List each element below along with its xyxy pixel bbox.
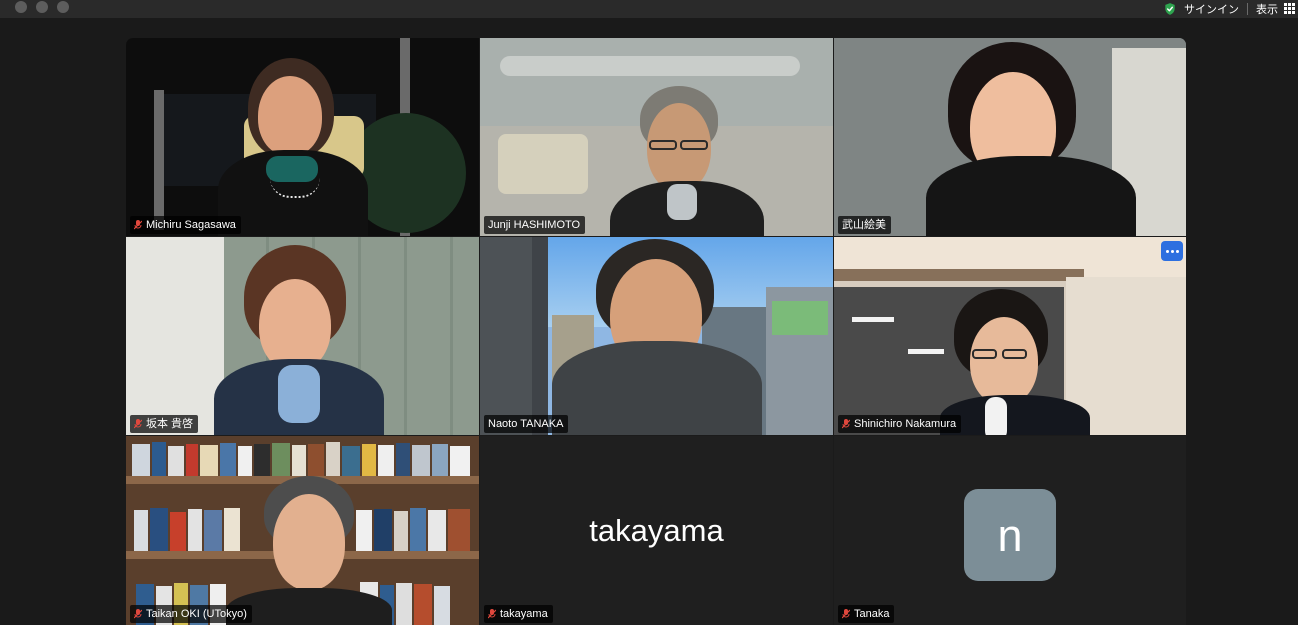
more-dot-icon [1175, 249, 1179, 253]
signin-button[interactable]: サインイン [1184, 1, 1239, 17]
window-titlebar: サインイン 表示 [0, 0, 1298, 18]
participant-name-badge: Michiru Sagasawa [130, 216, 241, 234]
meeting-stage: Michiru Sagasawa Junji HASHIMOTO 武山絵美 坂本… [0, 18, 1298, 625]
participant-name: Michiru Sagasawa [146, 219, 236, 231]
participant-name-badge: takayama [484, 605, 553, 623]
maximize-window-button[interactable] [57, 1, 69, 13]
participant-name-badge: Junji HASHIMOTO [484, 216, 586, 234]
participant-name-badge: Tanaka [838, 605, 895, 623]
view-button[interactable]: 表示 [1256, 1, 1278, 17]
muted-microphone-icon [134, 609, 142, 619]
more-dot-icon [1165, 249, 1169, 253]
muted-microphone-icon [134, 419, 142, 429]
video-feed [126, 237, 479, 435]
titlebar-actions: サインイン 表示 [1162, 0, 1298, 18]
video-tile-tanaka[interactable]: n Tanaka [834, 436, 1186, 625]
participant-name-badge: Taikan OKI (UTokyo) [130, 605, 252, 623]
participant-name: Naoto TANAKA [488, 418, 564, 430]
muted-microphone-icon [842, 609, 850, 619]
participant-name-badge: Shinichiro Nakamura [838, 415, 962, 433]
video-tile-naoto[interactable]: Naoto TANAKA [480, 237, 833, 435]
video-tile-junji[interactable]: Junji HASHIMOTO [480, 38, 833, 236]
video-feed [126, 436, 479, 625]
participant-name-badge: 坂本 貴啓 [130, 415, 199, 433]
participant-name: Tanaka [854, 608, 890, 620]
grid-icon[interactable] [1284, 3, 1296, 15]
participant-name: 武山絵美 [842, 219, 886, 231]
participant-name-badge: 武山絵美 [838, 216, 891, 234]
participant-name: Taikan OKI (UTokyo) [146, 608, 247, 620]
participant-name: 坂本 貴啓 [146, 418, 194, 430]
participant-display-name: takayama [589, 512, 724, 548]
participant-name: takayama [500, 608, 548, 620]
gallery-view: Michiru Sagasawa Junji HASHIMOTO 武山絵美 坂本… [126, 38, 1186, 625]
participant-name: Junji HASHIMOTO [488, 219, 581, 231]
video-tile-takeyama[interactable]: 武山絵美 [834, 38, 1186, 236]
shield-check-icon [1162, 1, 1178, 17]
participant-name: Shinichiro Nakamura [854, 418, 957, 430]
video-tile-sakamoto[interactable]: 坂本 貴啓 [126, 237, 479, 435]
participant-avatar: n [964, 489, 1056, 581]
video-tile-shinichiro[interactable]: Shinichiro Nakamura [834, 237, 1186, 435]
video-feed [834, 237, 1186, 435]
minimize-window-button[interactable] [36, 1, 48, 13]
participant-name-badge: Naoto TANAKA [484, 415, 569, 433]
video-tile-taikan[interactable]: Taikan OKI (UTokyo) [126, 436, 479, 625]
muted-microphone-icon [134, 220, 142, 230]
video-tile-michiru[interactable]: Michiru Sagasawa [126, 38, 479, 236]
video-feed [480, 237, 833, 435]
muted-microphone-icon [488, 609, 496, 619]
titlebar-divider [1247, 3, 1248, 15]
close-window-button[interactable] [15, 1, 27, 13]
video-feed [834, 38, 1186, 236]
video-tile-takayama[interactable]: takayama takayama [480, 436, 833, 625]
more-options-button[interactable] [1161, 241, 1183, 261]
more-dot-icon [1170, 249, 1174, 253]
video-feed [126, 38, 479, 236]
video-feed [480, 38, 833, 236]
muted-microphone-icon [842, 419, 850, 429]
